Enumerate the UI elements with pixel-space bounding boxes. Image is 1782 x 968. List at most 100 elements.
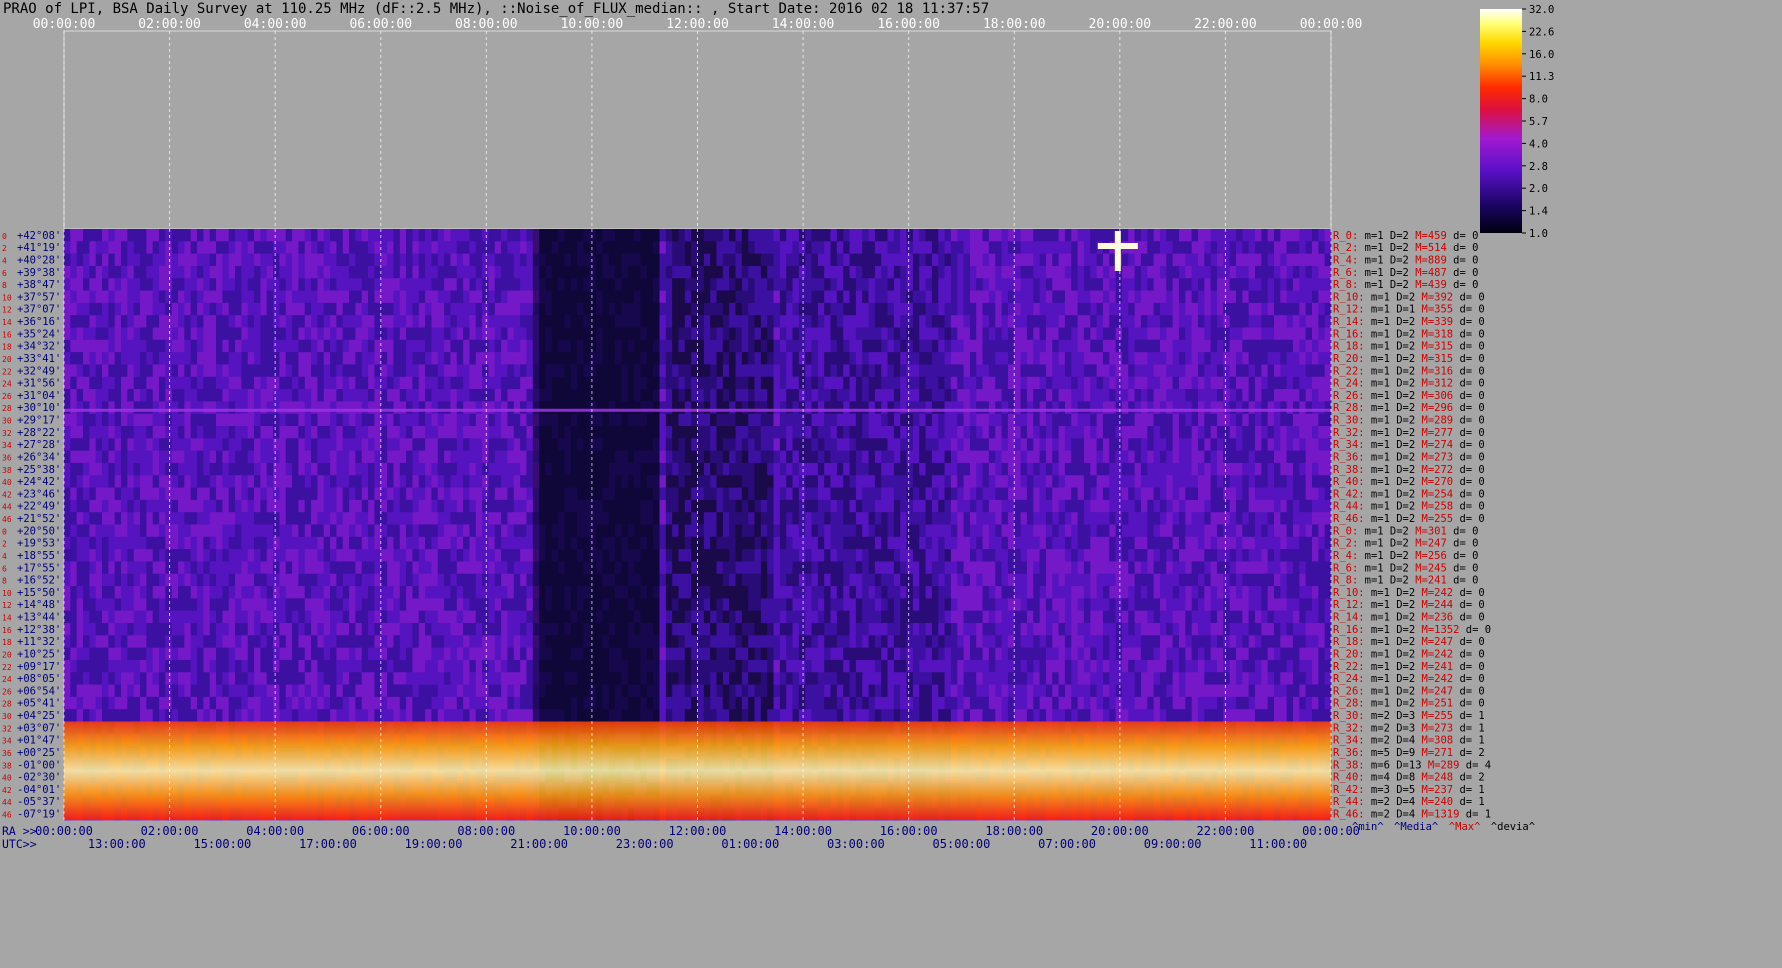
heatmap-cell: [260, 229, 268, 242]
heatmap-cell: [754, 389, 762, 402]
heatmap-cell: [874, 352, 882, 365]
heatmap-cell: [444, 426, 451, 439]
heatmap-cell: [957, 352, 964, 365]
heatmap-cell: [336, 339, 344, 353]
heatmap-cell: [279, 462, 287, 476]
heatmap-cell: [710, 376, 717, 390]
heatmap-cell: [83, 229, 90, 242]
heatmap-cell: [425, 499, 432, 513]
heatmap-cell: [165, 327, 173, 341]
heatmap-cell: [425, 241, 432, 255]
heatmap-cell: [1311, 241, 1319, 255]
heatmap-cell: [102, 302, 109, 316]
heatmap-cell: [361, 241, 369, 255]
heatmap-cell: [988, 376, 996, 390]
heatmap-cell: [1039, 426, 1047, 439]
heatmap-cell: [1242, 512, 1250, 525]
heatmap-cell: [1077, 302, 1085, 316]
heatmap-cell: [412, 352, 420, 365]
heatmap-cell: [748, 450, 755, 464]
heatmap-cell: [520, 364, 527, 378]
heatmap-cell: [805, 265, 812, 279]
heatmap-cell: [779, 229, 787, 242]
heatmap-cell: [767, 426, 774, 439]
heatmap-cell: [868, 253, 876, 267]
heatmap-cell: [488, 426, 496, 439]
heatmap-cell: [944, 487, 952, 501]
heatmap-cell: [1147, 499, 1155, 513]
heatmap-cell: [76, 253, 84, 267]
heatmap-cell: [266, 524, 274, 538]
heatmap-cell: [963, 339, 971, 353]
heatmap-cell: [1077, 426, 1085, 439]
heatmap-cell: [836, 499, 844, 513]
heatmap-cell: [741, 499, 749, 513]
heatmap-cell: [235, 290, 242, 304]
heatmap-cell: [1235, 253, 1243, 267]
heatmap-cell: [349, 339, 356, 353]
heatmap-cell: [418, 352, 426, 365]
heatmap-cell: [216, 265, 223, 279]
heatmap-cell: [1286, 389, 1294, 402]
heatmap-cell: [969, 450, 977, 464]
heatmap-cell: [95, 339, 103, 353]
heatmap-cell: [912, 438, 920, 452]
heatmap-cell: [342, 512, 350, 525]
heatmap-cell: [1318, 327, 1326, 341]
heatmap-cell: [450, 499, 458, 513]
heatmap-cell: [361, 499, 369, 513]
heatmap-cell: [507, 229, 515, 242]
heatmap-cell: [463, 253, 470, 267]
heatmap-cell: [1102, 278, 1110, 291]
heatmap-cell: [399, 315, 407, 328]
heatmap-cell: [494, 524, 502, 538]
heatmap-cell: [247, 229, 255, 242]
heatmap-cell: [716, 241, 724, 255]
heatmap-cell: [919, 278, 926, 291]
heatmap-cell: [1299, 438, 1307, 452]
heatmap-cell: [1153, 426, 1161, 439]
heatmap-cell: [1254, 339, 1262, 353]
heatmap-cell: [482, 462, 489, 476]
heatmap-cell: [779, 278, 787, 291]
heatmap-cell: [817, 462, 825, 476]
heatmap-cell: [1026, 376, 1034, 390]
heatmap-cell: [1090, 352, 1098, 365]
heatmap-cell: [444, 265, 451, 279]
heatmap-cell: [1045, 315, 1053, 328]
heatmap-cell: [1052, 241, 1059, 255]
heatmap-cell: [1235, 438, 1243, 452]
heatmap-cell: [767, 278, 774, 291]
heatmap-cell: [494, 438, 502, 452]
heatmap-cell: [159, 499, 166, 513]
heatmap-cell: [1235, 265, 1243, 279]
heatmap-cell: [374, 241, 382, 255]
heatmap-cell: [76, 524, 84, 538]
heatmap-cell: [1007, 352, 1015, 365]
heatmap-cell: [399, 389, 407, 402]
heatmap-cell: [900, 265, 907, 279]
heatmap-cell: [1026, 389, 1034, 402]
heatmap-cell: [919, 229, 926, 242]
heatmap-cell: [1185, 389, 1193, 402]
heatmap-cell: [773, 265, 781, 279]
heatmap-cell: [469, 376, 477, 390]
heatmap-cell: [83, 302, 90, 316]
heatmap-cell: [817, 426, 825, 439]
heatmap-cell: [323, 462, 331, 476]
heatmap-cell: [501, 512, 508, 525]
heatmap-cell: [133, 524, 141, 538]
heatmap-cell: [767, 376, 774, 390]
heatmap-cell: [298, 339, 306, 353]
heatmap-cell: [1280, 499, 1288, 513]
heatmap-cell: [1235, 401, 1243, 415]
heatmap-cell: [273, 401, 280, 415]
heatmap-cell: [1318, 413, 1326, 427]
heatmap-cell: [1058, 524, 1066, 538]
heatmap-cell: [418, 290, 426, 304]
heatmap-cell: [1071, 413, 1078, 427]
heatmap-cell: [849, 364, 857, 378]
heatmap-cell: [1134, 352, 1142, 365]
heatmap-cell: [273, 426, 280, 439]
heatmap-cell: [140, 229, 147, 242]
